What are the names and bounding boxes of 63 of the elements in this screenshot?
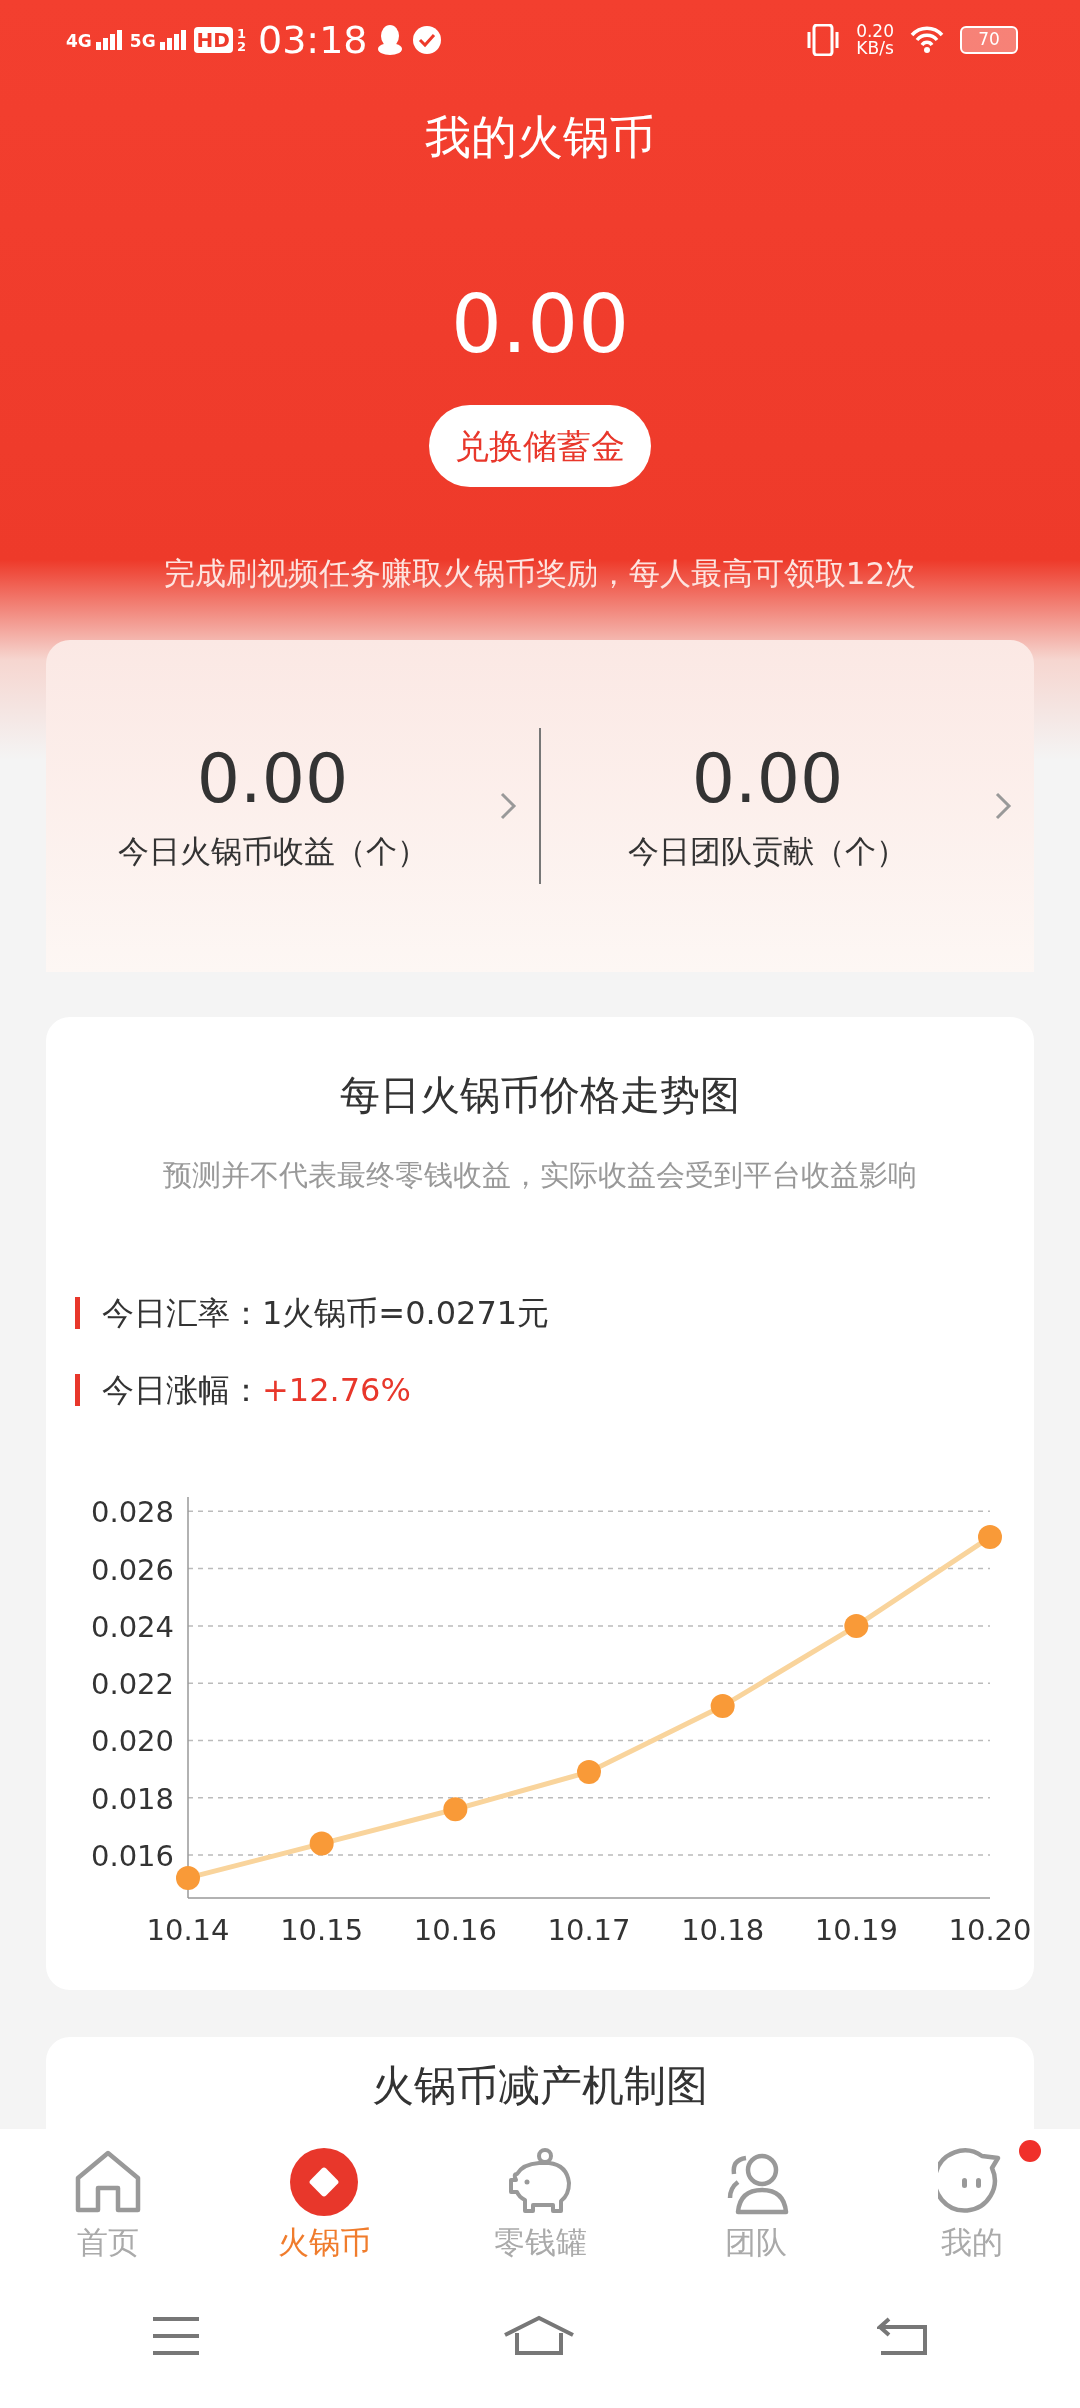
home-icon[interactable] [503, 2315, 575, 2358]
axis-label: 0.024 [90, 1609, 174, 1644]
sim-label: 1 [236, 27, 246, 40]
tab-item[interactable]: 火锅币 [216, 2137, 432, 2262]
axis-label: 0.028 [90, 1495, 174, 1530]
back-icon[interactable] [877, 2315, 929, 2358]
tab-item[interactable]: 零钱罐 [432, 2137, 648, 2262]
card-subtitle: 预测并不代表最终零钱收益，实际收益会受到平台收益影响 [162, 1157, 918, 1194]
marker-bar [75, 1374, 80, 1406]
data-point [978, 1525, 1002, 1550]
data-point [443, 1797, 468, 1822]
data-point [710, 1694, 735, 1719]
fact-label: 今日涨幅： [102, 1370, 262, 1411]
data-point [309, 1831, 334, 1856]
axis-label: 10.14 [146, 1913, 230, 1947]
chevron-icon[interactable] [499, 791, 517, 821]
marker-bar [75, 1297, 80, 1329]
coin-icon[interactable] [290, 2147, 358, 2216]
coin-balance: 0.00 [449, 277, 631, 373]
signal-icon [159, 30, 186, 50]
card-title: 火锅币减产机制图 [371, 2060, 709, 2112]
fact-value: +12.76% [262, 1370, 411, 1411]
exchange-button[interactable]: 兑换储蓄金 [429, 405, 651, 487]
tab-item[interactable]: 首页 [0, 2137, 216, 2262]
hd-label: HD [193, 27, 233, 53]
card-title: 每日火锅币价格走势图 [339, 1071, 741, 1120]
stat-value: 0.00 [196, 739, 349, 819]
axis-label: 10.15 [280, 1913, 364, 1947]
vibrate-icon [806, 24, 841, 56]
axis-label: 0.016 [90, 1839, 174, 1874]
axis-label: 0.018 [90, 1781, 174, 1816]
speed-unit: KB/s [856, 40, 894, 57]
stat-label: 今日团队贡献（个） [628, 832, 907, 871]
data-point [176, 1865, 200, 1890]
stat-label: 今日火锅币收益（个） [117, 832, 428, 871]
stat-value: 0.00 [691, 739, 844, 819]
wifi-icon [910, 25, 944, 55]
fact-label: 今日汇率： [102, 1293, 262, 1334]
menu-icon[interactable] [151, 2316, 201, 2357]
tab-item[interactable]: 我的 [864, 2137, 1080, 2262]
axis-label: 0.020 [90, 1724, 174, 1759]
axis-label: 10.20 [948, 1913, 1032, 1947]
signal-icon [95, 30, 122, 50]
battery-level: 70 [960, 26, 1018, 54]
speed-value: 0.20 [856, 23, 894, 40]
tab-item[interactable]: 团队 [648, 2137, 864, 2262]
check-icon [411, 25, 442, 55]
data-point [577, 1759, 601, 1784]
axis-label: 10.16 [413, 1913, 497, 1947]
page-title: 我的火锅币 [424, 109, 656, 166]
axis-label: 0.022 [90, 1667, 174, 1702]
axis-label: 10.17 [547, 1913, 631, 1947]
network-label: 5G [129, 33, 156, 50]
network-label: 4G [66, 33, 92, 50]
axis-label: 10.18 [681, 1913, 765, 1947]
axis-label: 0.026 [90, 1552, 174, 1587]
axis-label: 10.19 [814, 1913, 898, 1947]
notice-text: 完成刷视频任务赚取火锅币奖励，每人最高可领取12次 [162, 554, 918, 593]
clock-time: 03:18 [258, 21, 368, 59]
data-point [844, 1613, 869, 1638]
chevron-icon[interactable] [994, 791, 1012, 821]
fact-value: 1火锅币=0.0271元 [262, 1293, 550, 1334]
sim-label: 2 [236, 40, 246, 53]
